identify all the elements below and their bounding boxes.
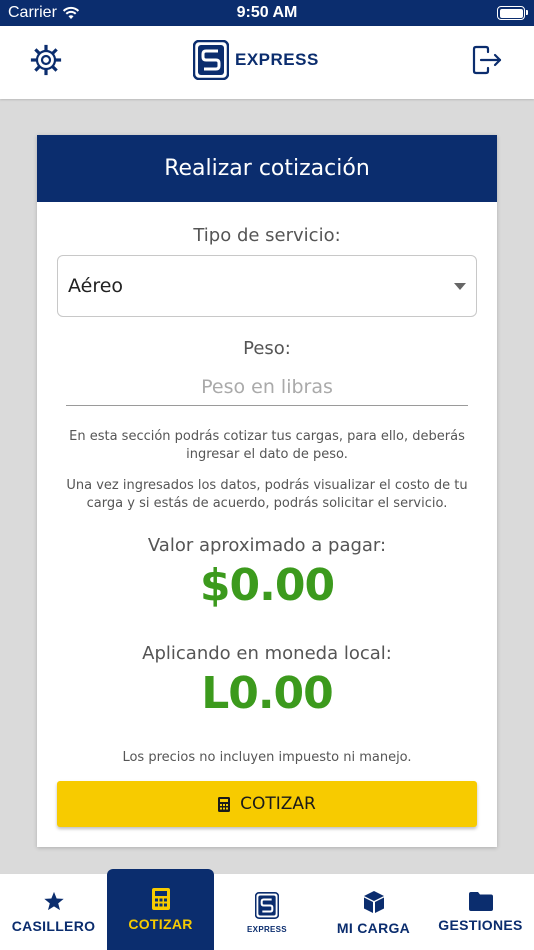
approx-value-amount: $0.00: [199, 560, 335, 611]
express-logo-icon: [255, 891, 279, 919]
weight-label: Peso:: [243, 338, 291, 359]
star-icon: [43, 891, 64, 911]
tab-casillero-label: CASILLERO: [11, 918, 96, 934]
tab-cotizar[interactable]: COTIZAR: [107, 869, 214, 950]
app-header: EXPRESS: [0, 26, 534, 99]
weight-input[interactable]: [66, 368, 468, 406]
status-time: 9:50 AM: [236, 4, 298, 21]
calculator-icon: [151, 888, 170, 910]
info-text-2: Una vez ingresados los datos, podrás vis…: [66, 478, 468, 511]
status-bar: Carrier 9:50 AM: [0, 0, 534, 26]
brand-emblem-icon: [193, 40, 229, 80]
dropdown-arrow-icon: [454, 283, 466, 290]
card-title: Realizar cotización: [37, 135, 497, 202]
tab-express[interactable]: EXPRESS: [214, 874, 320, 950]
gear-icon[interactable]: [30, 44, 62, 76]
local-currency-label: Aplicando en moneda local:: [142, 643, 392, 664]
quote-card: Realizar cotización Tipo de servicio: Aé…: [37, 135, 497, 847]
bottom-tab-bar: CASILLERO COTIZAR EXPRESS MI CARGA GESTI…: [0, 869, 534, 950]
price-disclaimer: Los precios no incluyen impuesto ni mane…: [122, 750, 412, 765]
approx-value-label: Valor aproximado a pagar:: [147, 535, 387, 556]
service-type-label: Tipo de servicio:: [193, 225, 341, 246]
brand-name: EXPRESS: [235, 50, 319, 69]
service-type-select[interactable]: Aéreo: [57, 255, 477, 317]
info-text-1: En esta sección podrás cotizar tus carga…: [69, 429, 465, 462]
calculator-icon: [218, 796, 231, 812]
local-currency-amount: L0.00: [201, 668, 334, 719]
folder-icon: [468, 892, 493, 911]
cotizar-button[interactable]: COTIZAR: [57, 781, 477, 827]
cotizar-button-label: COTIZAR: [240, 794, 316, 814]
logout-icon[interactable]: [470, 44, 504, 76]
tab-gestiones[interactable]: GESTIONES: [427, 874, 534, 950]
tab-mi-carga-label: MI CARGA: [336, 919, 411, 936]
tab-casillero[interactable]: CASILLERO: [0, 874, 107, 950]
service-type-value: Aéreo: [68, 275, 124, 297]
tab-cotizar-label: COTIZAR: [128, 916, 193, 932]
box-icon: [363, 890, 384, 913]
tab-mi-carga[interactable]: MI CARGA: [320, 874, 427, 950]
tab-gestiones-label: GESTIONES: [438, 917, 523, 933]
brand-logo: EXPRESS: [193, 40, 319, 80]
tab-express-label: EXPRESS: [247, 924, 287, 934]
battery-icon: [497, 6, 528, 20]
